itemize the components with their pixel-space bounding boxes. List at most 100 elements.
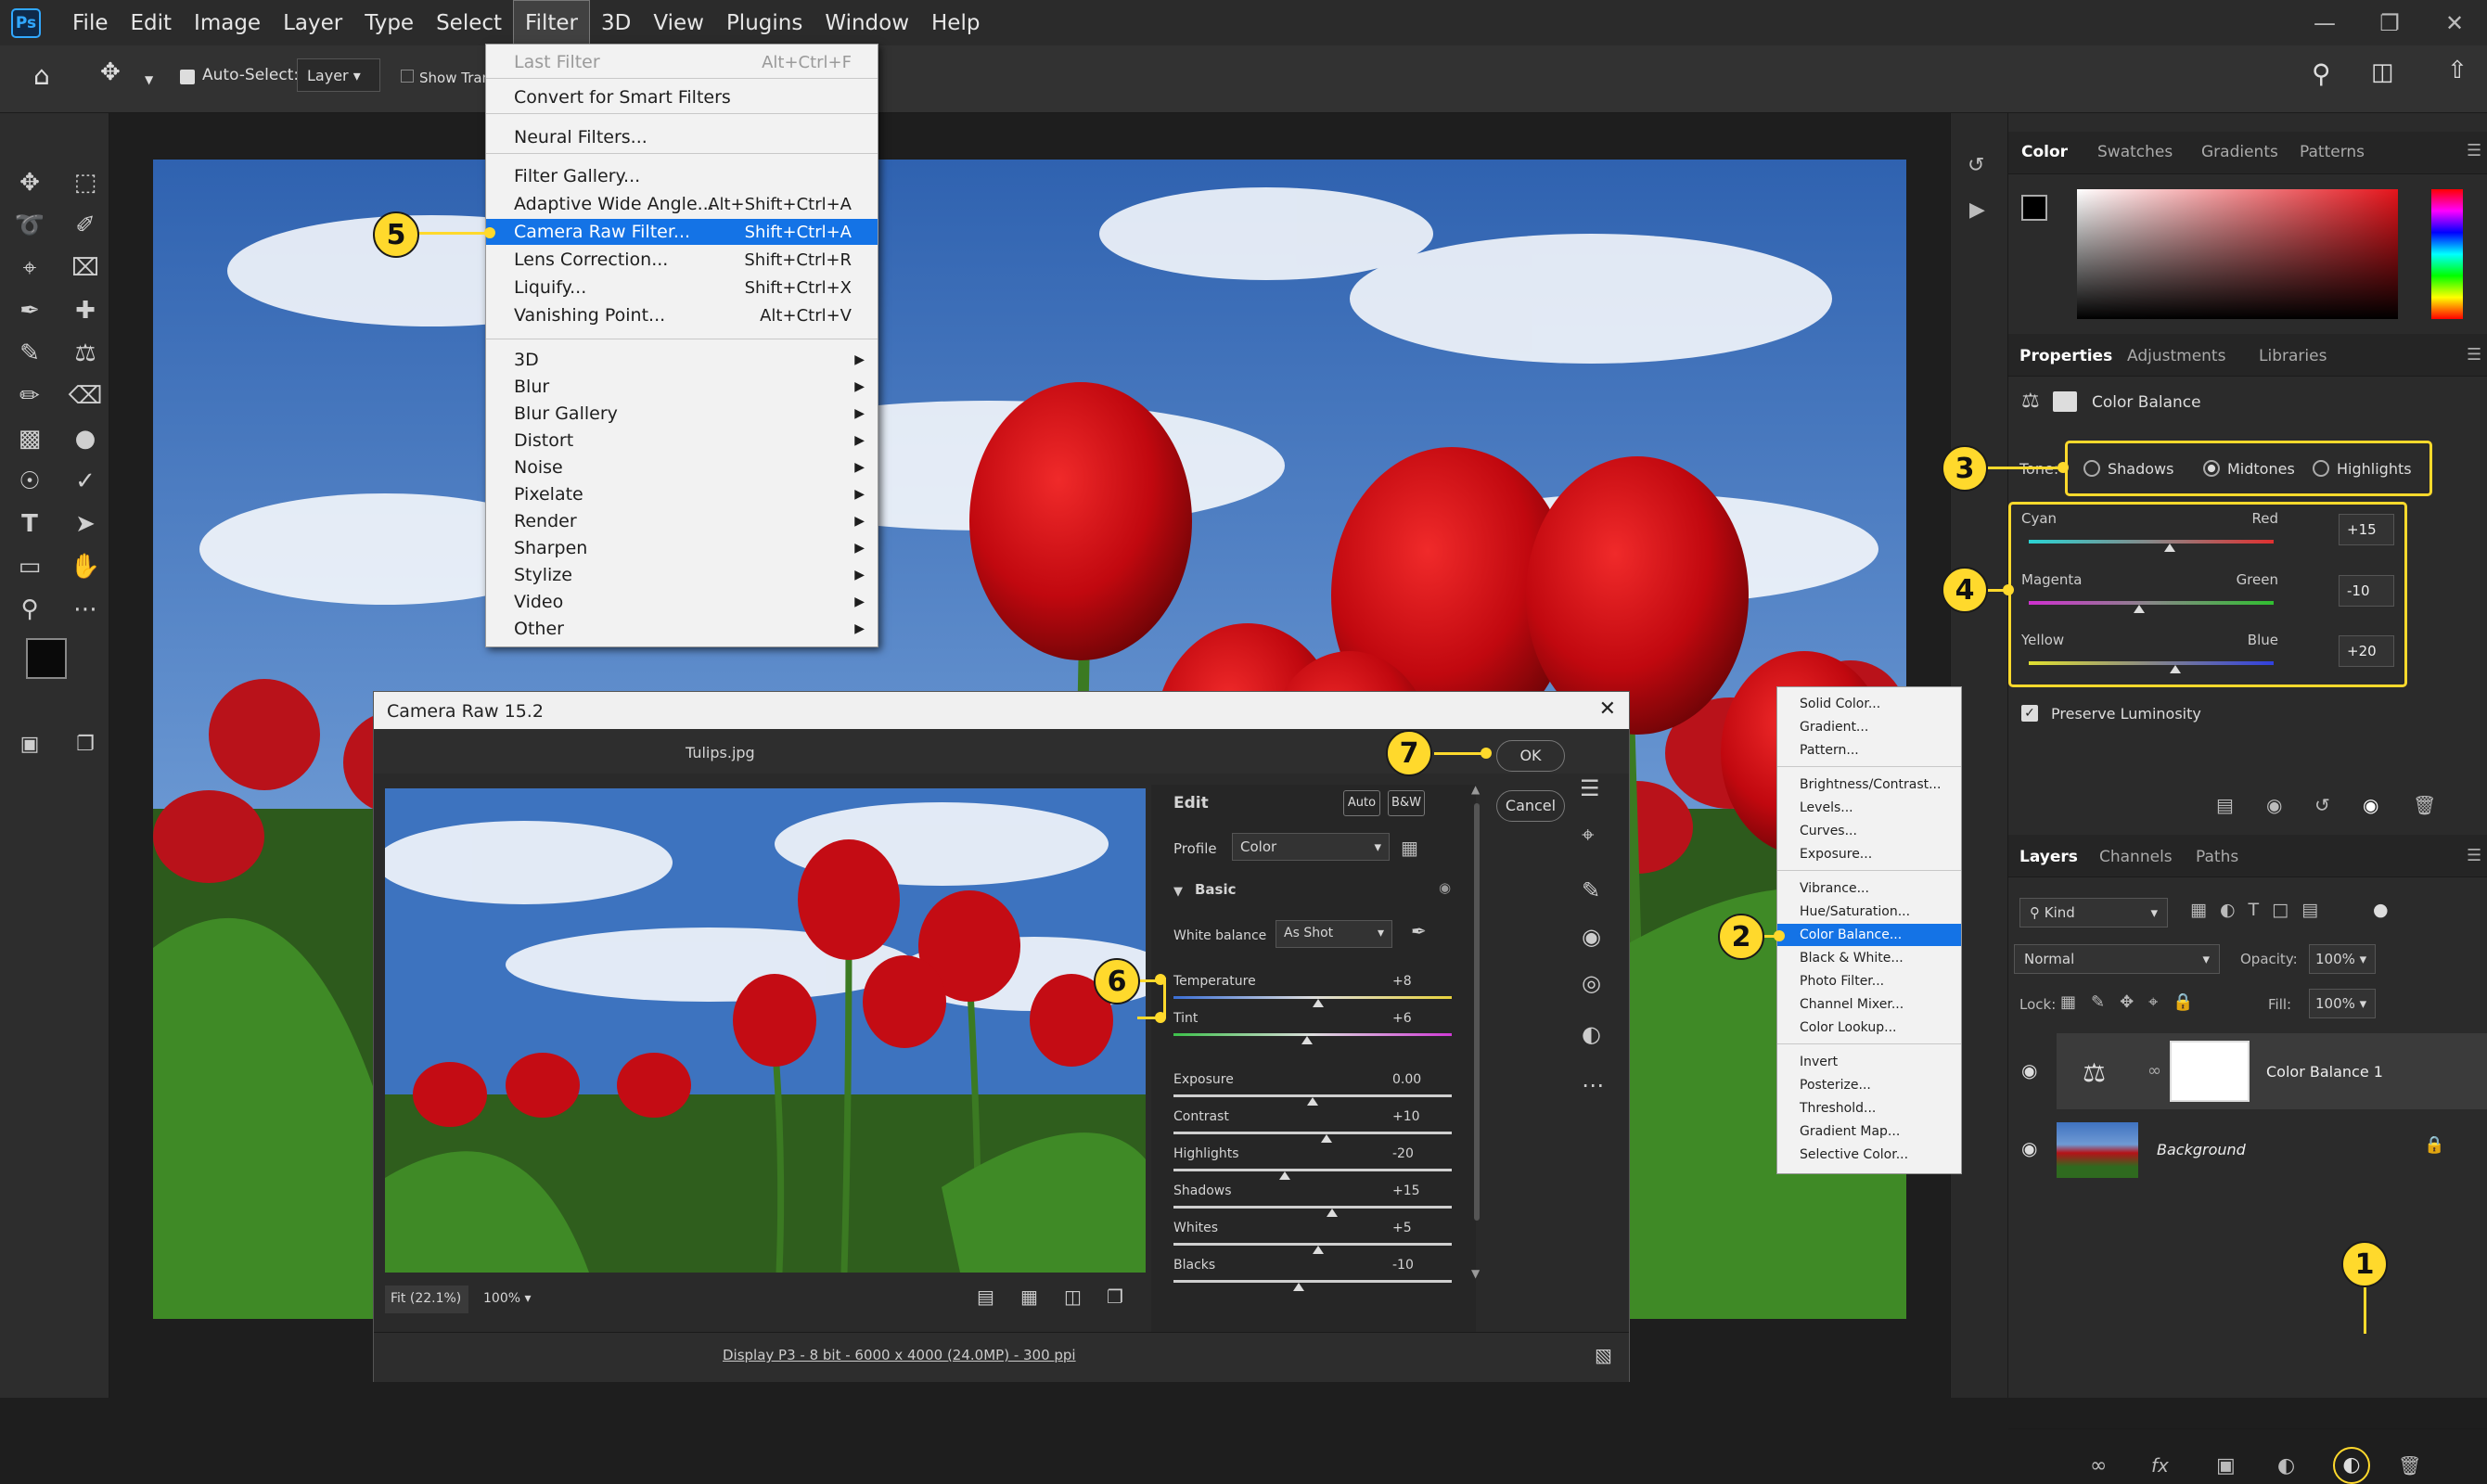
scrollbar[interactable] <box>1474 803 1480 1221</box>
panel-menu-icon[interactable]: ☰ <box>2467 141 2481 160</box>
submenu-noise[interactable]: Noise ▶ <box>486 454 878 480</box>
menu-item-liquify[interactable]: Liquify... Shift+Ctrl+X <box>486 275 878 301</box>
rectangle-icon[interactable]: ▭ <box>9 549 50 584</box>
tab-channels[interactable]: Channels <box>2099 848 2173 866</box>
adjustment-menu-item[interactable]: Posterize... <box>1777 1074 1961 1096</box>
eye-icon[interactable]: ◉ <box>2363 794 2378 816</box>
eyedropper-icon[interactable]: ✒ <box>1411 920 1427 942</box>
screen-mode-icon[interactable]: ❐ <box>65 727 106 762</box>
tab-color[interactable]: Color <box>2021 143 2068 161</box>
slider-value[interactable]: +10 <box>1392 1109 1443 1124</box>
adjustment-menu-item[interactable]: Curves... <box>1777 820 1961 842</box>
adjustment-menu-item[interactable]: Photo Filter... <box>1777 970 1961 992</box>
adjustment-menu-item[interactable]: Selective Color... <box>1777 1144 1961 1166</box>
basic-section-title[interactable]: Basic <box>1195 881 1237 898</box>
quick-mask-icon[interactable]: ▣ <box>9 727 50 762</box>
menu-item-convert-smart-filters[interactable]: Convert for Smart Filters <box>486 84 878 110</box>
gradient-icon[interactable]: ▩ <box>9 421 50 456</box>
link-chain-icon[interactable]: ∞ <box>2147 1061 2161 1081</box>
cancel-button[interactable]: Cancel <box>1496 790 1565 822</box>
home-icon[interactable]: ⌂ <box>33 60 50 91</box>
submenu-blur-gallery[interactable]: Blur Gallery ▶ <box>486 401 878 427</box>
layer-dropdown[interactable]: Layer ▾ <box>297 58 380 92</box>
history-icon[interactable]: ↺ <box>1968 154 1984 177</box>
slider-value[interactable]: +15 <box>1392 1183 1443 1198</box>
panel-menu-icon[interactable]: ☰ <box>2467 846 2481 865</box>
fx-icon[interactable]: fx <box>2151 1454 2169 1477</box>
slider-value[interactable]: 0.00 <box>1392 1072 1443 1087</box>
slider-value[interactable]: +5 <box>1392 1221 1443 1235</box>
minimize-icon[interactable]: — <box>2292 10 2357 36</box>
menu-type[interactable]: Type <box>353 0 425 45</box>
submenu-pixelate[interactable]: Pixelate ▶ <box>486 481 878 507</box>
slider-track[interactable] <box>1173 1206 1452 1209</box>
layer-name[interactable]: Color Balance 1 <box>2266 1063 2383 1081</box>
slider-value[interactable]: -20 <box>1392 1146 1443 1161</box>
balance-scale-icon[interactable]: ⚖ <box>2021 390 2040 413</box>
menu-item-camera-raw-filter[interactable]: Camera Raw Filter... Shift+Ctrl+A <box>486 219 878 245</box>
chevron-down-icon[interactable]: ▼ <box>145 73 153 86</box>
menu-view[interactable]: View <box>642 0 715 45</box>
adjustment-menu-item[interactable]: Gradient Map... <box>1777 1120 1961 1143</box>
opacity-input[interactable]: 100% ▾ <box>2309 944 2376 974</box>
more-icon[interactable]: ⋯ <box>1582 1072 1604 1098</box>
stamp-icon[interactable]: ⚖ <box>65 336 106 371</box>
healing-icon[interactable]: ✚ <box>65 293 106 328</box>
history-brush-icon[interactable]: ✏ <box>9 378 50 414</box>
brush-icon[interactable]: ✎ <box>9 336 50 371</box>
slider-value[interactable]: -10 <box>1392 1258 1443 1273</box>
type-icon[interactable]: T <box>9 506 50 542</box>
create-fill-adjustment-icon[interactable]: ◐ <box>2333 1447 2370 1484</box>
heal-brush-icon[interactable]: ✎ <box>1582 877 1600 903</box>
reset-icon[interactable]: ↺ <box>2314 794 2330 816</box>
adjustment-menu-item[interactable]: Solid Color... <box>1777 693 1961 715</box>
tab-gradients[interactable]: Gradients <box>2201 143 2278 161</box>
presets-icon[interactable]: ◐ <box>1582 1021 1601 1047</box>
slider-track[interactable] <box>1173 1280 1452 1283</box>
menu-item-adaptive-wide-angle[interactable]: Adaptive Wide Angle... Alt+Shift+Ctrl+A <box>486 191 878 217</box>
collapse-chevron-icon[interactable]: ▼ <box>1173 885 1183 899</box>
scroll-down-icon[interactable]: ▼ <box>1471 1267 1488 1286</box>
adjustment-menu-item[interactable]: Brightness/Contrast... <box>1777 774 1961 796</box>
blend-mode-select[interactable]: Normal ▾ <box>2014 944 2220 974</box>
submenu-distort[interactable]: Distort ▶ <box>486 428 878 454</box>
show-transform-checkbox[interactable] <box>401 70 414 83</box>
slider-track[interactable] <box>1173 1169 1452 1171</box>
tab-paths[interactable]: Paths <box>2196 848 2238 866</box>
share-icon[interactable]: ⇧ <box>2447 57 2468 84</box>
search-icon[interactable]: ⚲ <box>2312 58 2331 89</box>
clip-to-layer-icon[interactable]: ▤ <box>2216 794 2234 816</box>
slider-value[interactable]: +8 <box>1392 974 1443 989</box>
frame-icon[interactable]: ⌧ <box>65 250 106 286</box>
menu-item-last-filter[interactable]: Last Filter Alt+Ctrl+F <box>486 49 878 75</box>
slider-thumb[interactable] <box>1307 1097 1318 1106</box>
adjustment-menu-item[interactable]: Color Lookup... <box>1777 1017 1961 1039</box>
adjustment-menu-item[interactable]: Black & White... <box>1777 947 1961 969</box>
adjustment-menu-item[interactable]: Exposure... <box>1777 843 1961 865</box>
crop-icon[interactable]: ⌖ <box>9 250 50 286</box>
close-icon[interactable]: ✕ <box>1599 697 1616 721</box>
submenu-other[interactable]: Other ▶ <box>486 616 878 642</box>
zoom-icon[interactable]: ⚲ <box>9 592 50 627</box>
auto-select-checkbox[interactable] <box>180 70 195 84</box>
folder-icon[interactable]: ▧ <box>1595 1344 1612 1366</box>
adjustment-menu-item[interactable]: Invert <box>1777 1051 1961 1073</box>
workflow-options-link[interactable]: Display P3 - 8 bit - 6000 x 4000 (24.0MP… <box>723 1347 1076 1363</box>
menu-select[interactable]: Select <box>425 0 513 45</box>
mask-icon[interactable] <box>2053 391 2077 412</box>
move-tool-icon[interactable]: ✥ <box>100 58 121 86</box>
red-eye-icon[interactable]: ◎ <box>1582 970 1601 996</box>
close-window-icon[interactable]: ✕ <box>2422 10 2487 36</box>
layer-name[interactable]: Background <box>2157 1141 2246 1158</box>
dodge-icon[interactable]: ☉ <box>9 464 50 499</box>
hand-icon[interactable]: ✋ <box>65 549 106 584</box>
auto-button[interactable]: Auto <box>1343 790 1380 816</box>
fill-input[interactable]: 100% ▾ <box>2309 989 2376 1018</box>
slider-thumb[interactable] <box>1327 1209 1338 1217</box>
submenu-blur[interactable]: Blur ▶ <box>486 374 878 400</box>
workspace-icon[interactable]: ◫ <box>2371 58 2394 86</box>
panel-menu-icon[interactable]: ☰ <box>2467 345 2481 365</box>
tab-swatches[interactable]: Swatches <box>2097 143 2173 161</box>
adjustment-menu-item[interactable]: Color Balance... <box>1777 924 1961 946</box>
slider-track[interactable] <box>1173 1132 1452 1134</box>
